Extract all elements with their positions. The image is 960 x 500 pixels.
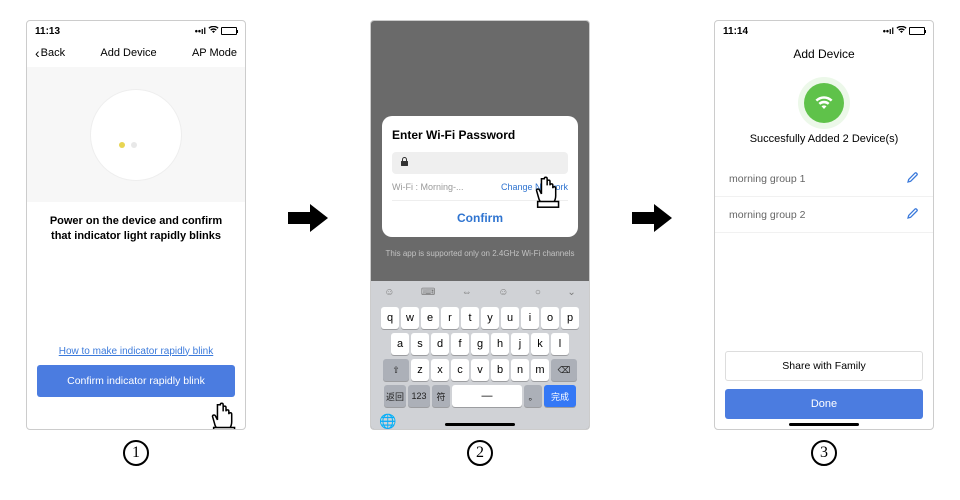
key-e[interactable]: e — [421, 307, 439, 329]
device-name: morning group 1 — [729, 173, 805, 185]
key-f[interactable]: f — [451, 333, 469, 355]
chevron-left-icon: ‹ — [35, 45, 40, 61]
step-3-column: 11:14 ••ıl Add Device Succesfully Added … — [714, 20, 934, 466]
key-v[interactable]: v — [471, 359, 489, 381]
signal-icon: ••ıl — [195, 26, 206, 36]
key-i[interactable]: i — [521, 307, 539, 329]
phone-screen-1: 11:13 ••ıl ‹ Back Add Device AP Mode — [26, 20, 246, 430]
modal-title: Enter Wi-Fi Password — [392, 128, 568, 142]
network-label: Wi-Fi : Morning-... — [392, 182, 464, 192]
device-row-2: morning group 2 — [715, 197, 933, 233]
device-name: morning group 2 — [729, 209, 805, 221]
suggest-icon[interactable]: ⌄ — [567, 287, 575, 298]
key-n[interactable]: n — [511, 359, 529, 381]
password-input[interactable] — [392, 152, 568, 174]
suggest-icon[interactable]: ☺ — [498, 287, 508, 298]
suggest-icon[interactable]: ⌨ — [421, 287, 435, 298]
pointer-hand-icon — [207, 399, 245, 430]
help-link[interactable]: How to make indicator rapidly blink — [27, 346, 245, 357]
wifi-icon — [896, 26, 907, 36]
edit-icon[interactable] — [907, 171, 919, 186]
home-indicator — [789, 423, 859, 426]
done-button[interactable]: Done — [725, 389, 923, 419]
clock: 11:14 — [723, 26, 748, 37]
key-k[interactable]: k — [531, 333, 549, 355]
key-y[interactable]: y — [481, 307, 499, 329]
success-message: Succesfully Added 2 Device(s) — [715, 133, 933, 145]
confirm-button[interactable]: Confirm — [392, 201, 568, 237]
clock: 11:13 — [35, 26, 60, 37]
suggest-icon[interactable]: ⇔ — [462, 287, 472, 298]
key-r[interactable]: r — [441, 307, 459, 329]
key-space[interactable]: — — [452, 385, 522, 407]
ap-mode-link[interactable]: AP Mode — [192, 47, 237, 59]
lock-icon — [400, 157, 409, 170]
phone-screen-2: Enter Wi-Fi Password Wi-Fi : Morning-...… — [370, 20, 590, 430]
edit-icon[interactable] — [907, 207, 919, 222]
wifi-password-modal: Enter Wi-Fi Password Wi-Fi : Morning-...… — [382, 116, 578, 237]
step-number-1: 1 — [123, 440, 149, 466]
indicator-dot-grey — [131, 142, 137, 148]
status-bar: 11:14 ••ıl — [715, 21, 933, 41]
key-p[interactable]: p — [561, 307, 579, 329]
share-button[interactable]: Share with Family — [725, 351, 923, 381]
key-o[interactable]: o — [541, 307, 559, 329]
device-illustration — [27, 67, 245, 202]
wifi-icon — [208, 26, 219, 36]
page-title: Add Device — [715, 41, 933, 61]
keyboard-suggestion-bar: ☺ ⌨ ⇔ ☺ ○ ⌄ — [371, 281, 589, 303]
nav-bar: ‹ Back Add Device AP Mode — [27, 41, 245, 67]
key-h[interactable]: h — [491, 333, 509, 355]
signal-icon: ••ıl — [883, 26, 894, 36]
ios-keyboard: q w e r t y u i o p a s d f g h — [371, 303, 589, 429]
back-button[interactable]: ‹ Back — [35, 45, 65, 61]
key-g[interactable]: g — [471, 333, 489, 355]
step-number-2: 2 — [467, 440, 493, 466]
battery-icon — [909, 27, 925, 35]
key-z[interactable]: z — [411, 359, 429, 381]
confirm-indicator-button[interactable]: Confirm indicator rapidly blink — [37, 365, 235, 397]
key-q[interactable]: q — [381, 307, 399, 329]
arrow-right-icon — [630, 200, 674, 236]
battery-icon — [221, 27, 237, 35]
key-period[interactable]: 。 — [524, 385, 542, 407]
instruction-text: Power on the device and confirm that ind… — [27, 202, 245, 256]
step-2-column: Enter Wi-Fi Password Wi-Fi : Morning-...… — [370, 20, 590, 466]
key-123[interactable]: 123 — [408, 385, 430, 407]
key-symbol[interactable]: 符 — [432, 385, 450, 407]
phone-screen-3: 11:14 ••ıl Add Device Succesfully Added … — [714, 20, 934, 430]
status-bar: 11:13 ••ıl — [27, 21, 245, 41]
key-m[interactable]: m — [531, 359, 549, 381]
home-indicator — [445, 423, 515, 426]
key-d[interactable]: d — [431, 333, 449, 355]
key-l[interactable]: l — [551, 333, 569, 355]
indicator-dot-yellow — [119, 142, 125, 148]
change-network-link[interactable]: Change Network — [501, 182, 568, 192]
key-a[interactable]: a — [391, 333, 409, 355]
key-backspace[interactable]: ⌫ — [551, 359, 577, 381]
step-number-3: 3 — [811, 440, 837, 466]
key-u[interactable]: u — [501, 307, 519, 329]
key-done[interactable]: 完成 — [544, 385, 576, 407]
suggest-icon[interactable]: ☺ — [384, 287, 394, 298]
success-wifi-icon — [804, 83, 844, 123]
key-shift[interactable]: ⇧ — [383, 359, 409, 381]
suggest-icon[interactable]: ○ — [535, 287, 541, 298]
key-t[interactable]: t — [461, 307, 479, 329]
arrow-right-icon — [286, 200, 330, 236]
support-note: This app is supported only on 2.4GHz Wi-… — [371, 249, 589, 258]
key-b[interactable]: b — [491, 359, 509, 381]
key-x[interactable]: x — [431, 359, 449, 381]
globe-icon[interactable]: 🌐 — [379, 413, 396, 430]
step-1-column: 11:13 ••ıl ‹ Back Add Device AP Mode — [26, 20, 246, 466]
key-return-cn[interactable]: 返回 — [384, 385, 406, 407]
key-w[interactable]: w — [401, 307, 419, 329]
key-s[interactable]: s — [411, 333, 429, 355]
key-c[interactable]: c — [451, 359, 469, 381]
device-row-1: morning group 1 — [715, 161, 933, 197]
device-circle-icon — [91, 90, 181, 180]
page-title: Add Device — [100, 47, 156, 59]
key-j[interactable]: j — [511, 333, 529, 355]
